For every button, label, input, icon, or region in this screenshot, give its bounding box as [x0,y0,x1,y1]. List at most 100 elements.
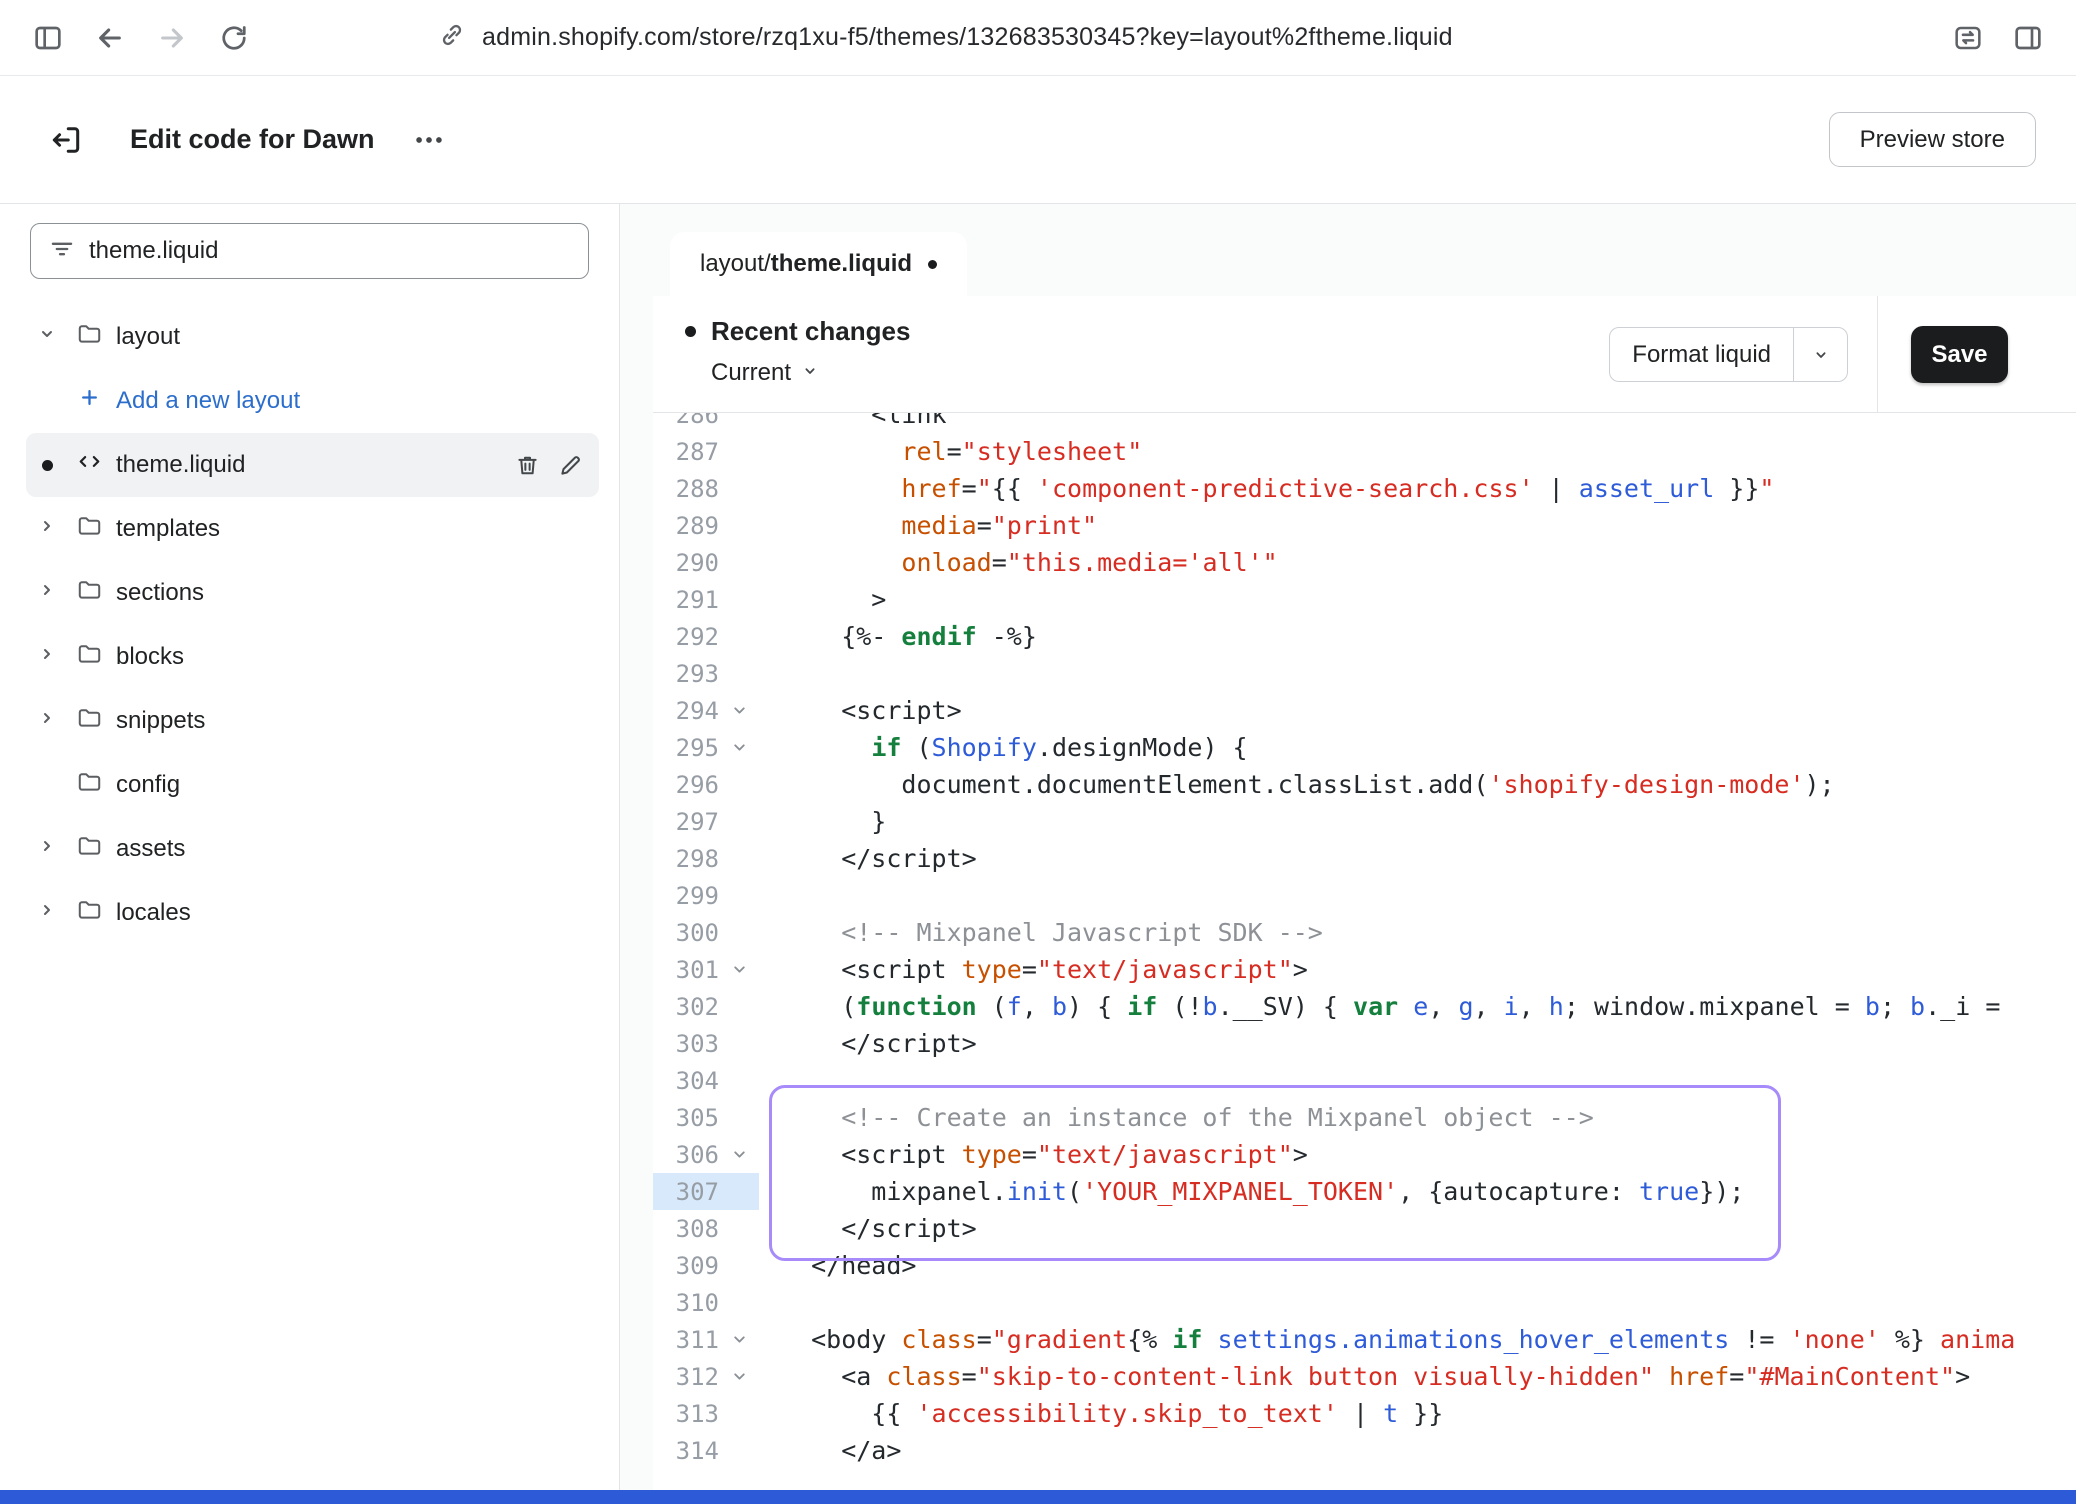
code-line-314[interactable]: 314 </a> [653,1432,2076,1469]
code-text[interactable]: <a class="skip-to-content-link button vi… [759,1362,1970,1391]
sidebar-item-templates[interactable]: templates [26,497,599,561]
line-gutter: 306 [653,1136,759,1173]
line-gutter: 301 [653,951,759,988]
sidebar-item-assets[interactable]: assets [26,817,599,881]
code-text[interactable]: </script> [759,844,977,873]
code-text[interactable]: onload="this.media='all'" [759,548,1278,577]
code-line-293[interactable]: 293 [653,655,2076,692]
fold-chevron-icon[interactable] [719,1146,759,1163]
extensions-icon[interactable] [1942,12,1994,64]
browser-chrome: admin.shopify.com/store/rzq1xu-f5/themes… [0,0,2076,76]
sidebar-item-locales[interactable]: locales [26,881,599,945]
format-liquid-button[interactable]: Format liquid [1609,327,1848,382]
fold-chevron-icon[interactable] [719,739,759,756]
code-line-310[interactable]: 310 [653,1284,2076,1321]
code-text[interactable]: <body class="gradient{% if settings.anim… [759,1325,2015,1354]
sidebar-item-theme-liquid[interactable]: theme.liquid [26,433,599,497]
code-line-303[interactable]: 303 </script> [653,1025,2076,1062]
code-line-308[interactable]: 308 </script> [653,1210,2076,1247]
code-line-301[interactable]: 301 <script type="text/javascript"> [653,951,2076,988]
code-text[interactable]: > [759,585,886,614]
code-line-307[interactable]: 307 mixpanel.init('YOUR_MIXPANEL_TOKEN',… [653,1173,2076,1210]
sidebar-item-label: layout [116,323,180,351]
code-text[interactable]: </script> [759,1029,977,1058]
folder-icon [76,704,103,738]
code-line-287[interactable]: 287 rel="stylesheet" [653,433,2076,470]
code-text[interactable]: } [759,807,886,836]
preview-store-button[interactable]: Preview store [1829,112,2036,167]
code-text[interactable]: </a> [759,1436,901,1465]
code-line-311[interactable]: 311 <body class="gradient{% if settings.… [653,1321,2076,1358]
back-icon[interactable] [84,12,136,64]
code-line-302[interactable]: 302 (function (f, b) { if (!b.__SV) { va… [653,988,2076,1025]
code-text[interactable]: document.documentElement.classList.add('… [759,770,1835,799]
code-line-313[interactable]: 313 {{ 'accessibility.skip_to_text' | t … [653,1395,2076,1432]
sidebar-item-sections[interactable]: sections [26,561,599,625]
fold-chevron-icon[interactable] [719,961,759,978]
code-line-289[interactable]: 289 media="print" [653,507,2076,544]
code-text[interactable]: <script type="text/javascript"> [759,1140,1308,1169]
code-text[interactable]: <script> [759,696,962,725]
code-text[interactable]: {%- endif -%} [759,622,1037,651]
code-line-297[interactable]: 297 } [653,803,2076,840]
code-text[interactable]: rel="stylesheet" [759,437,1142,466]
code-line-305[interactable]: 305 <!-- Create an instance of the Mixpa… [653,1099,2076,1136]
file-filter-box[interactable] [30,223,589,279]
code-line-312[interactable]: 312 <a class="skip-to-content-link butto… [653,1358,2076,1395]
more-actions-icon[interactable] [405,116,453,164]
code-text[interactable]: <script type="text/javascript"> [759,955,1308,984]
url-bar[interactable]: admin.shopify.com/store/rzq1xu-f5/themes… [438,21,1932,54]
sidebar-toggle-icon[interactable] [22,12,74,64]
delete-file-icon[interactable] [515,453,540,478]
sidebar-item-snippets[interactable]: snippets [26,689,599,753]
forward-icon[interactable] [146,12,198,64]
code-line-286[interactable]: 286 <link [653,413,2076,433]
sidebar-item-add-a-new-layout[interactable]: Add a new layout [26,369,599,433]
side-panel-icon[interactable] [2002,12,2054,64]
code-text[interactable]: (function (f, b) { if (!b.__SV) { var e,… [759,992,2000,1021]
chevron-right-icon [37,899,57,927]
code-line-309[interactable]: 309 </head> [653,1247,2076,1284]
fold-chevron-icon[interactable] [719,702,759,719]
sidebar-item-blocks[interactable]: blocks [26,625,599,689]
code-line-290[interactable]: 290 onload="this.media='all'" [653,544,2076,581]
version-dropdown[interactable]: Current [711,359,910,387]
code-editor[interactable]: 286 <link287 rel="stylesheet"288 href="{… [653,413,2076,1490]
code-line-306[interactable]: 306 <script type="text/javascript"> [653,1136,2076,1173]
sidebar-item-config[interactable]: config [26,753,599,817]
code-line-304[interactable]: 304 [653,1062,2076,1099]
code-line-288[interactable]: 288 href="{{ 'component-predictive-searc… [653,470,2076,507]
file-filter-input[interactable] [89,237,570,265]
reload-icon[interactable] [208,12,260,64]
line-gutter: 304 [653,1062,759,1099]
code-line-295[interactable]: 295 if (Shopify.designMode) { [653,729,2076,766]
tab-layout-theme-liquid[interactable]: layout/theme.liquid [670,232,967,296]
code-line-294[interactable]: 294 <script> [653,692,2076,729]
code-line-298[interactable]: 298 </script> [653,840,2076,877]
code-line-296[interactable]: 296 document.documentElement.classList.a… [653,766,2076,803]
code-text[interactable]: href="{{ 'component-predictive-search.cs… [759,474,1774,503]
code-text[interactable]: <!-- Mixpanel Javascript SDK --> [759,918,1323,947]
line-number: 307 [653,1178,719,1206]
fold-chevron-icon[interactable] [719,1331,759,1348]
fold-chevron-icon[interactable] [719,1368,759,1385]
code-text[interactable]: if (Shopify.designMode) { [759,733,1248,762]
code-text[interactable]: media="print" [759,511,1097,540]
code-text[interactable]: </head> [759,1251,916,1280]
sidebar-item-layout[interactable]: layout [26,305,599,369]
code-line-292[interactable]: 292 {%- endif -%} [653,618,2076,655]
folder-icon [76,320,103,354]
line-number: 293 [653,660,719,688]
code-line-291[interactable]: 291 > [653,581,2076,618]
code-line-299[interactable]: 299 [653,877,2076,914]
code-text[interactable]: </script> [759,1214,977,1243]
code-line-300[interactable]: 300 <!-- Mixpanel Javascript SDK --> [653,914,2076,951]
exit-editor-icon[interactable] [40,114,92,166]
rename-file-icon[interactable] [558,453,583,478]
code-text[interactable]: mixpanel.init('YOUR_MIXPANEL_TOKEN', {au… [759,1177,1744,1206]
format-options-chevron-icon[interactable] [1793,328,1847,381]
code-text[interactable]: {{ 'accessibility.skip_to_text' | t }} [759,1399,1443,1428]
save-button[interactable]: Save [1911,326,2008,383]
code-text[interactable]: <!-- Create an instance of the Mixpanel … [759,1103,1594,1132]
code-text[interactable]: <link [759,413,947,429]
